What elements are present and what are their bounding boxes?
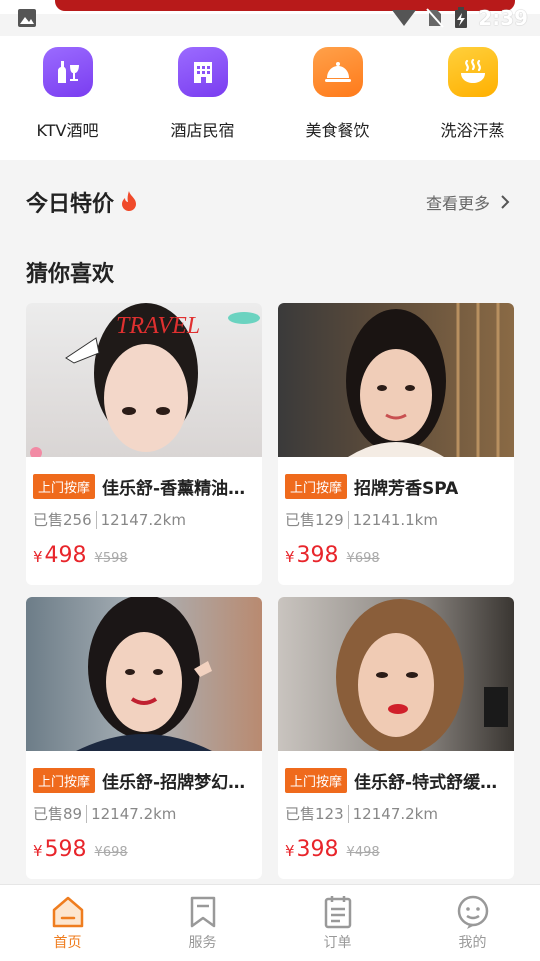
product-card[interactable]: 上门按摩 招牌芳香SPA 已售129 12141.1km ¥ 398 ¥698: [278, 303, 514, 585]
product-photo: [278, 597, 514, 751]
bottom-tab-bar: 首页 服务 订单 我的: [0, 884, 540, 961]
see-more-link[interactable]: 查看更多: [426, 190, 510, 214]
category-food[interactable]: 美食餐饮: [270, 36, 405, 160]
wifi-icon: [392, 10, 417, 26]
currency-symbol: ¥: [33, 548, 43, 566]
home-icon: [52, 896, 83, 928]
guess-you-like-title: 猜你喜欢: [26, 262, 115, 287]
category-label: 洗浴汗蒸: [440, 121, 505, 140]
battery-charging-icon: [455, 7, 468, 28]
product-photo: [26, 597, 262, 751]
clock: 2:39: [478, 6, 528, 30]
category-label: KTV酒吧: [36, 121, 99, 140]
chevron-right-icon: [501, 195, 510, 209]
service-tag: 上门按摩: [285, 474, 348, 499]
original-price: ¥698: [346, 551, 380, 566]
sold-count: 已售129: [285, 511, 344, 529]
service-tag: 上门按摩: [285, 768, 348, 793]
product-name: 佳乐舒-特式舒缓…: [354, 773, 498, 793]
product-card[interactable]: TRAVEL 上门按摩 佳乐舒-香薰精油… 已售256 12147.2km ¥ 4…: [26, 303, 262, 585]
product-card[interactable]: 上门按摩 佳乐舒-招牌梦幻… 已售89 12147.2km ¥ 598 ¥698: [26, 597, 262, 879]
sold-count: 已售89: [33, 805, 83, 823]
hotel-building-icon: [177, 47, 228, 97]
product-name: 佳乐舒-招牌梦幻…: [102, 773, 246, 793]
smiley-face-icon: [457, 895, 488, 929]
category-ktv[interactable]: KTV酒吧: [0, 36, 135, 160]
photo-sticker-text: TRAVEL: [116, 313, 200, 339]
sold-count: 已售256: [33, 511, 92, 529]
original-price: ¥498: [346, 845, 380, 860]
tab-label: 我的: [458, 935, 487, 951]
sold-count: 已售123: [285, 805, 344, 823]
category-row: KTV酒吧 酒店民宿 美食餐饮 洗浴汗蒸: [0, 36, 540, 160]
currency-symbol: ¥: [33, 842, 43, 860]
steam-bath-icon: [447, 47, 498, 97]
tab-label: 服务: [188, 935, 217, 951]
tab-service[interactable]: 服务: [135, 885, 270, 961]
wine-bottle-icon: [42, 47, 93, 97]
section-title: 今日特价: [26, 192, 115, 217]
fire-icon: [122, 191, 136, 211]
category-label: 美食餐饮: [305, 121, 370, 140]
status-bar: 2:39: [0, 0, 540, 36]
product-name: 佳乐舒-香薰精油…: [102, 479, 246, 499]
category-bath[interactable]: 洗浴汗蒸: [405, 36, 540, 160]
service-tag: 上门按摩: [33, 768, 96, 793]
see-more-label: 查看更多: [425, 194, 490, 213]
today-special-header: 今日特价 查看更多: [0, 176, 540, 226]
original-price: ¥598: [94, 551, 128, 566]
product-photo: TRAVEL: [26, 303, 262, 457]
sale-price: 398: [296, 837, 339, 862]
sale-price: 498: [44, 543, 87, 568]
product-photo: [278, 303, 514, 457]
distance: 12147.2km: [352, 804, 438, 823]
food-cloche-icon: [312, 47, 363, 97]
category-label: 酒店民宿: [170, 121, 235, 140]
distance: 12147.2km: [91, 804, 177, 823]
no-sim-icon: [426, 8, 444, 28]
tab-home[interactable]: 首页: [0, 885, 135, 961]
distance: 12147.2km: [100, 510, 186, 529]
sale-price: 398: [296, 543, 339, 568]
tab-mine[interactable]: 我的: [405, 885, 540, 961]
original-price: ¥698: [94, 845, 128, 860]
currency-symbol: ¥: [285, 842, 295, 860]
tab-label: 首页: [53, 935, 82, 951]
distance: 12141.1km: [352, 510, 438, 529]
clipboard-icon: [324, 896, 351, 929]
product-card[interactable]: 上门按摩 佳乐舒-特式舒缓… 已售123 12147.2km ¥ 398 ¥498: [278, 597, 514, 879]
bookmark-icon: [190, 896, 215, 928]
sale-price: 598: [44, 837, 87, 862]
product-name: 招牌芳香SPA: [354, 479, 459, 499]
service-tag: 上门按摩: [33, 474, 96, 499]
tab-orders[interactable]: 订单: [270, 885, 405, 961]
image-notification-icon: [18, 9, 36, 27]
currency-symbol: ¥: [285, 548, 295, 566]
tab-label: 订单: [323, 935, 352, 951]
category-hotel[interactable]: 酒店民宿: [135, 36, 270, 160]
